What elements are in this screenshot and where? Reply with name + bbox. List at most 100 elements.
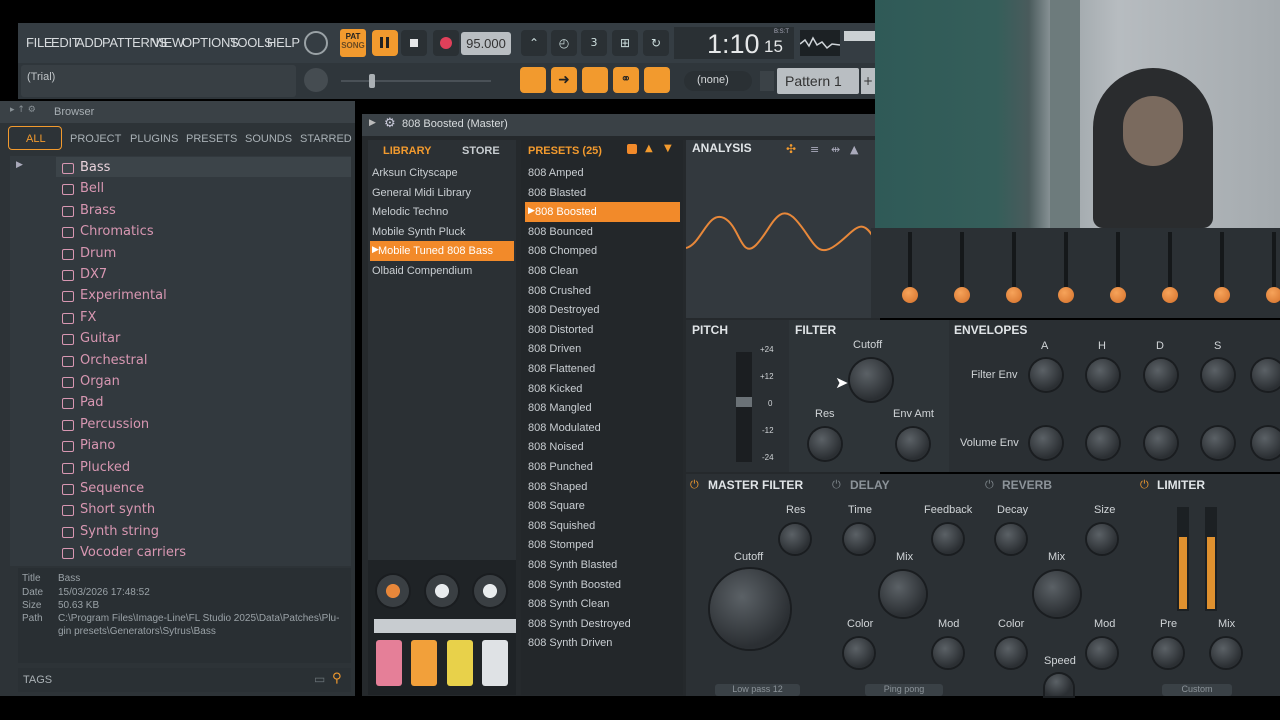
preset-item[interactable]: 808 Amped xyxy=(528,167,584,179)
browser-item[interactable]: FX xyxy=(80,310,96,325)
pad-4[interactable] xyxy=(482,640,508,686)
preset-item[interactable]: 808 Punched xyxy=(528,461,593,473)
delay-power-icon[interactable]: ⏻ xyxy=(832,478,841,492)
reverb-size-knob[interactable] xyxy=(1087,524,1117,554)
reverb-decay-knob[interactable] xyxy=(996,524,1026,554)
envelope-knob[interactable] xyxy=(1252,359,1280,391)
envelope-knob[interactable] xyxy=(1087,359,1119,391)
browser-item[interactable]: Percussion xyxy=(80,417,149,432)
res-knob[interactable] xyxy=(809,428,841,460)
library-item[interactable]: Arksun Cityscape xyxy=(372,167,458,179)
library-item[interactable]: General Midi Library xyxy=(372,187,471,199)
arrow-icon[interactable]: ➜ xyxy=(551,67,577,93)
link-icon[interactable]: ⚭ xyxy=(613,67,639,93)
tab-project[interactable]: PROJECT xyxy=(70,133,121,145)
expand-arrow-icon[interactable]: ▶ xyxy=(16,160,23,170)
browser-item[interactable]: Brass xyxy=(80,203,116,218)
tab-sounds[interactable]: SOUNDS xyxy=(245,133,292,145)
reverb-color-knob[interactable] xyxy=(996,638,1026,668)
ladder-slider-handle[interactable] xyxy=(954,287,970,303)
preset-item[interactable]: 808 Bounced xyxy=(528,226,593,238)
mf-cutoff-knob[interactable] xyxy=(710,569,790,649)
envelope-knob[interactable] xyxy=(1202,359,1234,391)
ladder-slider-handle[interactable] xyxy=(902,287,918,303)
playlist-icon[interactable] xyxy=(520,67,546,93)
reverb-mix-knob[interactable] xyxy=(1034,571,1080,617)
presets-tab[interactable]: PRESETS (25) xyxy=(528,145,602,157)
browser-item[interactable]: Chromatics xyxy=(80,224,154,239)
macro-knob-2[interactable] xyxy=(426,575,458,607)
tempo-display[interactable]: 95.000 xyxy=(461,32,511,55)
menu-add[interactable]: ADD xyxy=(76,35,103,50)
menu-file[interactable]: FILE xyxy=(26,35,53,50)
menu-help[interactable]: HELP xyxy=(267,35,300,50)
analysis-mode-icon[interactable]: ✣ xyxy=(786,142,796,156)
tab-presets[interactable]: PRESETS xyxy=(186,133,237,145)
preset-item[interactable]: 808 Clean xyxy=(528,265,578,277)
library-item[interactable]: Mobile Tuned 808 Bass xyxy=(378,245,493,257)
browser-item[interactable]: Bell xyxy=(80,181,104,196)
pat-song-toggle[interactable]: PAT SONG xyxy=(340,29,366,57)
preset-item[interactable]: 808 Noised xyxy=(528,441,584,453)
ladder-slider-handle[interactable] xyxy=(1162,287,1178,303)
envelope-knob[interactable] xyxy=(1030,427,1062,459)
envelope-knob[interactable] xyxy=(1087,427,1119,459)
browser-item[interactable]: Synth string xyxy=(80,524,159,539)
pitch-slider[interactable] xyxy=(736,352,752,462)
resize-icon[interactable]: ⇹ xyxy=(831,143,840,156)
browser-item[interactable]: Organ xyxy=(80,374,120,389)
browser-item[interactable]: Drum xyxy=(80,246,116,261)
preset-item[interactable]: 808 Synth Clean xyxy=(528,598,609,610)
ladder-slider-handle[interactable] xyxy=(1214,287,1230,303)
preset-item[interactable]: 808 Synth Destroyed xyxy=(528,618,631,630)
master-volume-knob[interactable] xyxy=(304,31,328,55)
store-tab[interactable]: STORE xyxy=(462,145,500,157)
browser-item[interactable]: Guitar xyxy=(80,331,120,346)
delay-time-knob[interactable] xyxy=(844,524,874,554)
envelope-knob[interactable] xyxy=(1145,427,1177,459)
delay-color-knob[interactable] xyxy=(844,638,874,668)
limiter-mix-knob[interactable] xyxy=(1211,638,1241,668)
preset-item[interactable]: 808 Synth Blasted xyxy=(528,559,617,571)
preset-item[interactable]: 808 Boosted xyxy=(535,206,597,218)
pad-1[interactable] xyxy=(376,640,402,686)
browser-item[interactable]: Orchestral xyxy=(80,353,147,368)
pattern-prev-icon[interactable] xyxy=(760,71,774,91)
reverb-speed-knob[interactable] xyxy=(1045,674,1073,696)
next-preset-icon[interactable]: ▼ xyxy=(664,143,672,154)
preset-item[interactable]: 808 Destroyed xyxy=(528,304,600,316)
tab-plugins[interactable]: PLUGINS xyxy=(130,133,178,145)
preset-item[interactable]: 808 Chomped xyxy=(528,245,597,257)
browser-item[interactable]: Experimental xyxy=(80,288,167,303)
browser-item[interactable]: Piano xyxy=(80,438,115,453)
delay-mode-select[interactable]: Ping pong xyxy=(865,684,943,696)
preset-item[interactable]: 808 Flattened xyxy=(528,363,595,375)
folder-icon[interactable]: ▭ xyxy=(314,672,325,686)
envelope-knob[interactable] xyxy=(1030,359,1062,391)
envelope-knob[interactable] xyxy=(1202,427,1234,459)
prev-preset-icon[interactable]: ▲ xyxy=(645,143,653,154)
preset-item[interactable]: 808 Blasted xyxy=(528,187,586,199)
macro-knob-1[interactable] xyxy=(377,575,409,607)
mf-mode-select[interactable]: Low pass 12 xyxy=(715,684,800,696)
preset-item[interactable]: 808 Modulated xyxy=(528,422,601,434)
preset-item[interactable]: 808 Crushed xyxy=(528,285,591,297)
env-amt-knob[interactable] xyxy=(897,428,929,460)
ladder-slider-handle[interactable] xyxy=(1058,287,1074,303)
browser-item[interactable]: Bass xyxy=(80,160,110,175)
ladder-slider-handle[interactable] xyxy=(1110,287,1126,303)
limiter-pre-knob[interactable] xyxy=(1153,638,1183,668)
preset-item[interactable]: 808 Shaped xyxy=(528,481,587,493)
pad-3[interactable] xyxy=(447,640,473,686)
ladder-slider-handle[interactable] xyxy=(1006,287,1022,303)
record-button[interactable] xyxy=(433,30,459,56)
reverb-power-icon[interactable]: ⏻ xyxy=(985,478,994,492)
channel-rack-icon[interactable] xyxy=(644,67,670,93)
cutoff-knob[interactable] xyxy=(850,359,892,401)
macro-knob-3[interactable] xyxy=(474,575,506,607)
preset-item[interactable]: 808 Squished xyxy=(528,520,595,532)
preset-item[interactable]: 808 Driven xyxy=(528,343,581,355)
browser-item[interactable]: Sequence xyxy=(80,481,144,496)
piano-roll-icon[interactable] xyxy=(582,67,608,93)
envelope-knob[interactable] xyxy=(1252,427,1280,459)
